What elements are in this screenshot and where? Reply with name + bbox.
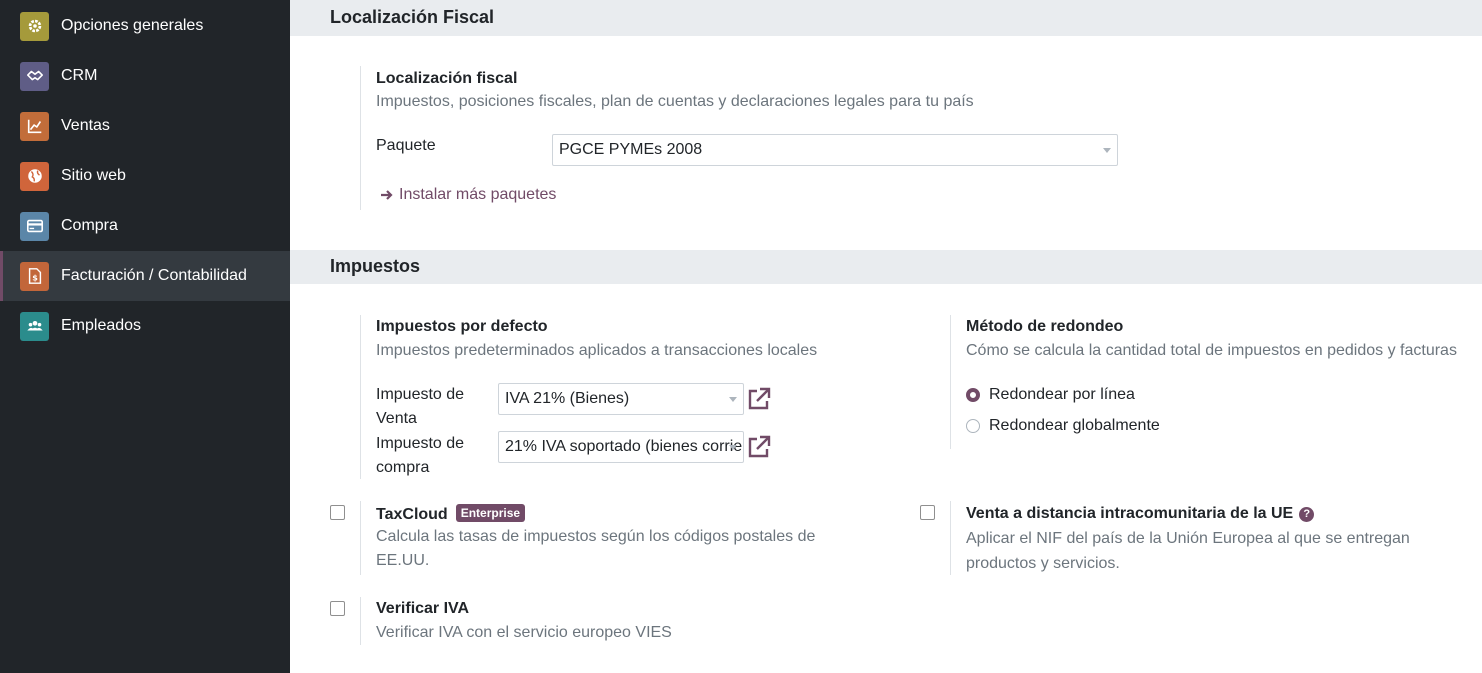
chevron-down-icon — [1103, 148, 1111, 153]
sidebar-item-label: Empleados — [61, 317, 142, 334]
radio-round-globally[interactable]: Redondear globalmente — [966, 417, 1160, 435]
fiscal-localization-description: Impuestos, posiciones fiscales, plan de … — [376, 93, 974, 110]
credit-card-icon — [20, 211, 49, 241]
purchase-tax-label-line2: compra — [376, 459, 430, 476]
chevron-down-icon — [729, 445, 737, 450]
section-header-fiscal: Localización Fiscal — [290, 0, 1482, 36]
users-icon — [20, 311, 49, 341]
svg-text:$: $ — [32, 273, 38, 283]
sidebar-item-label: Facturación / Contabilidad — [61, 267, 247, 284]
eu-distance-selling-title-text: Venta a distancia intracomunitaria de la… — [966, 505, 1294, 522]
gear-icon — [20, 11, 49, 41]
eu-distance-selling-description-line1: Aplicar el NIF del país de la Unión Euro… — [966, 530, 1410, 547]
section-title: Localización Fiscal — [330, 7, 495, 27]
default-taxes-description: Impuestos predeterminados aplicados a tr… — [376, 342, 818, 359]
chevron-down-icon — [729, 397, 737, 402]
radio-button[interactable] — [966, 419, 980, 433]
sidebar-item-label: Sitio web — [61, 167, 126, 184]
sale-tax-select[interactable]: IVA 21% (Bienes) — [498, 383, 744, 415]
divider — [360, 501, 361, 575]
eu-distance-selling-description-line2: productos y servicios. — [966, 555, 1120, 572]
sidebar-item-label: Opciones generales — [61, 17, 204, 34]
package-value: PGCE PYMEs 2008 — [559, 141, 703, 158]
rounding-method-title: Método de redondeo — [966, 318, 1124, 335]
external-link-icon[interactable] — [746, 386, 772, 412]
divider — [950, 501, 951, 575]
settings-sidebar: Opciones generales CRM Ventas Sitio web … — [0, 0, 290, 673]
sale-tax-label-line1: Impuesto de — [376, 386, 465, 403]
radio-button-checked[interactable] — [966, 388, 980, 402]
rounding-method-description: Cómo se calcula la cantidad total de imp… — [966, 342, 1457, 359]
verify-vat-description: Verificar IVA con el servicio europeo VI… — [376, 624, 672, 641]
sidebar-item-website[interactable]: Sitio web — [0, 151, 290, 201]
taxcloud-description-line1: Calcula las tasas de impuestos según los… — [376, 528, 816, 545]
sidebar-item-label: Ventas — [61, 117, 110, 134]
taxcloud-title: TaxCloud Enterprise — [376, 504, 526, 524]
package-select[interactable]: PGCE PYMEs 2008 — [552, 134, 1118, 166]
sidebar-item-invoicing-accounting[interactable]: $ Facturación / Contabilidad — [0, 251, 290, 301]
sidebar-item-sales[interactable]: Ventas — [0, 101, 290, 151]
radio-label: Redondear por línea — [989, 386, 1135, 403]
settings-main: Localización Fiscal Localización fiscal … — [290, 0, 1482, 673]
eu-distance-selling-checkbox[interactable] — [920, 505, 935, 520]
radio-round-per-line[interactable]: Redondear por línea — [966, 386, 1135, 404]
install-link-label: Instalar más paquetes — [399, 186, 557, 203]
fiscal-localization-title: Localización fiscal — [376, 70, 518, 87]
verify-vat-checkbox[interactable] — [330, 601, 345, 616]
sidebar-item-label: CRM — [61, 67, 98, 84]
sale-tax-value: IVA 21% (Bienes) — [505, 390, 630, 407]
purchase-tax-value: 21% IVA soportado (bienes corrientes) — [505, 438, 743, 455]
handshake-icon — [20, 61, 49, 91]
sidebar-item-employees[interactable]: Empleados — [0, 301, 290, 351]
default-taxes-title: Impuestos por defecto — [376, 318, 548, 335]
install-more-packages-link[interactable]: Instalar más paquetes — [380, 186, 556, 204]
invoice-dollar-icon: $ — [20, 261, 49, 291]
sidebar-item-purchase[interactable]: Compra — [0, 201, 290, 251]
taxcloud-title-text: TaxCloud — [376, 506, 448, 523]
globe-icon — [20, 161, 49, 191]
taxcloud-description-line2: EE.UU. — [376, 552, 430, 569]
external-link-icon[interactable] — [746, 434, 772, 460]
verify-vat-title: Verificar IVA — [376, 600, 470, 617]
eu-distance-selling-title: Venta a distancia intracomunitaria de la… — [966, 505, 1315, 523]
purchase-tax-select[interactable]: 21% IVA soportado (bienes corrientes) — [498, 431, 744, 463]
sidebar-item-general-settings[interactable]: Opciones generales — [0, 1, 290, 51]
section-header-taxes: Impuestos — [290, 250, 1482, 284]
divider — [360, 315, 361, 479]
radio-label: Redondear globalmente — [989, 417, 1160, 434]
section-title: Impuestos — [330, 256, 421, 276]
sale-tax-label-line2: Venta — [376, 410, 417, 427]
divider — [360, 66, 361, 210]
taxcloud-checkbox[interactable] — [330, 505, 345, 520]
arrow-right-icon — [381, 190, 393, 200]
divider — [360, 597, 361, 645]
divider — [950, 315, 951, 449]
sidebar-item-crm[interactable]: CRM — [0, 51, 290, 101]
question-circle-icon[interactable]: ? — [1299, 507, 1315, 522]
package-label: Paquete — [376, 137, 436, 154]
purchase-tax-label-line1: Impuesto de — [376, 435, 465, 452]
enterprise-badge: Enterprise — [455, 504, 526, 522]
sidebar-item-label: Compra — [61, 217, 118, 234]
chart-line-icon — [20, 111, 49, 141]
